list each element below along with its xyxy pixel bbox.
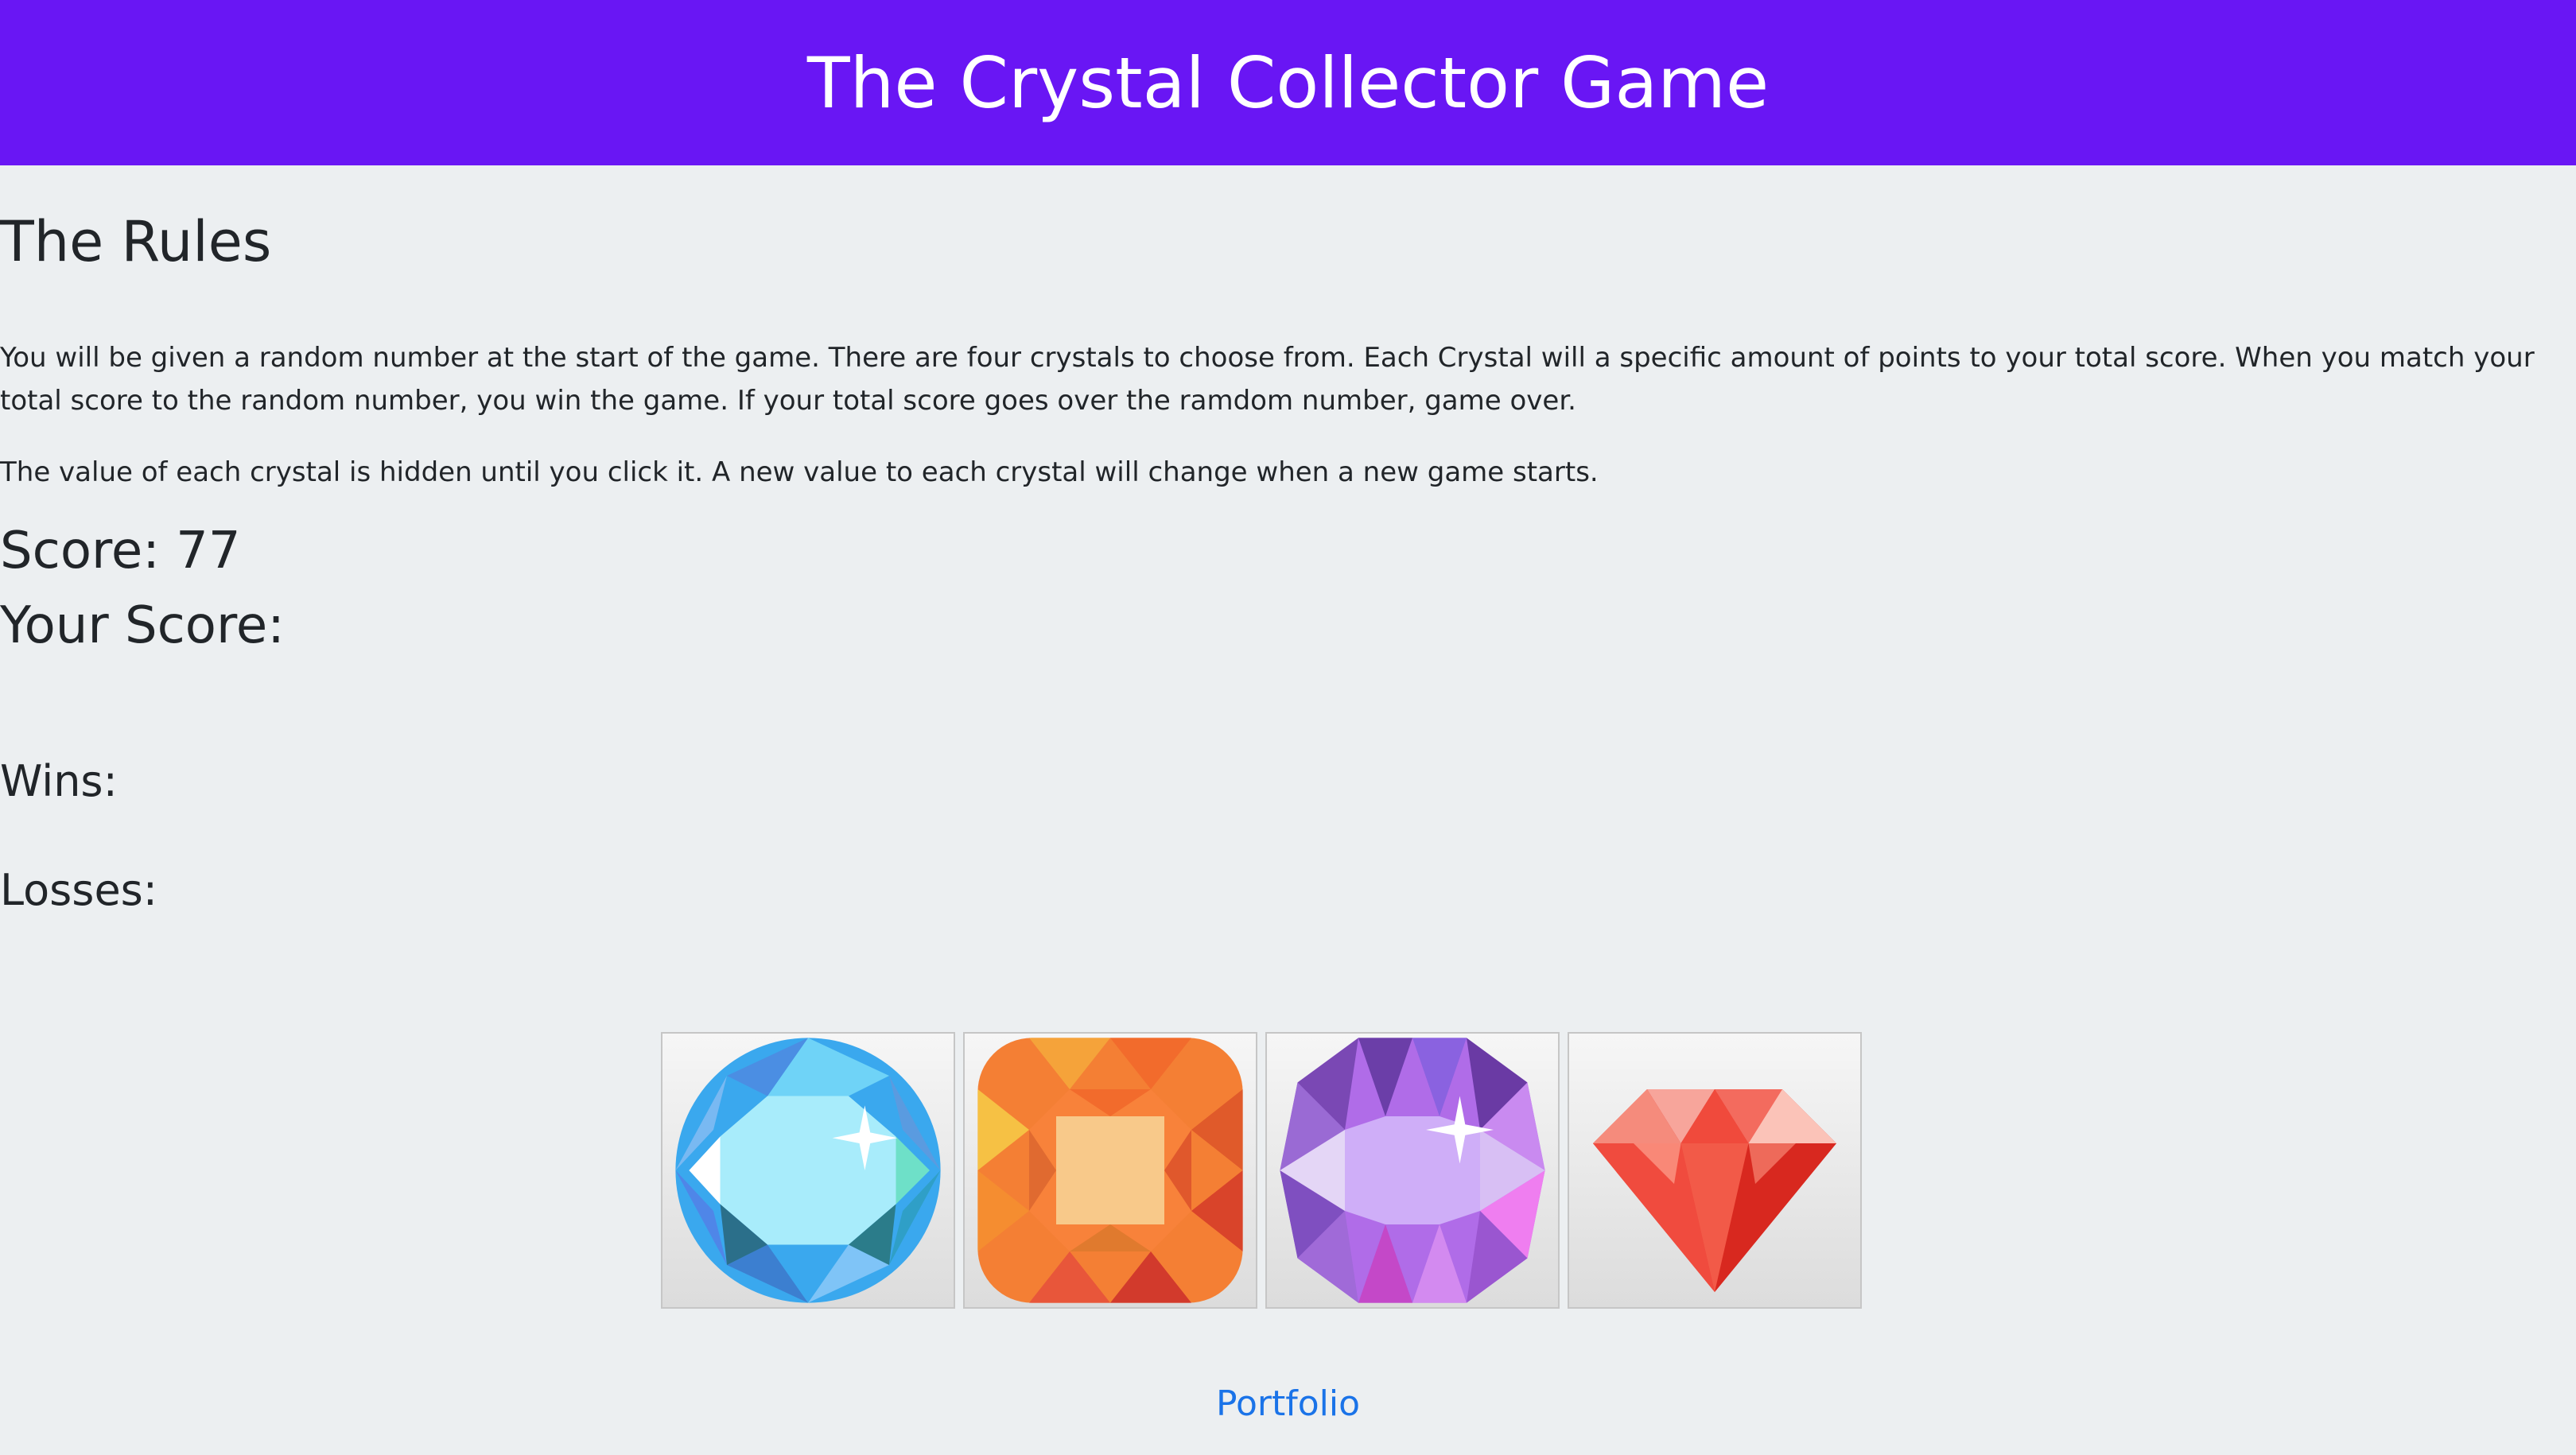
purple-crystal-icon <box>1280 1038 1545 1303</box>
losses-count: Losses: <box>0 865 157 915</box>
crystal-button-purple[interactable] <box>1265 1032 1560 1309</box>
red-crystal-icon <box>1593 1089 1836 1292</box>
crystal-row <box>661 1032 1862 1309</box>
wins-count: Wins: <box>0 756 118 806</box>
your-score: Your Score: <box>0 596 285 655</box>
blue-crystal-icon <box>675 1038 941 1303</box>
crystal-button-orange[interactable] <box>963 1032 1257 1309</box>
orange-crystal-icon <box>977 1038 1243 1303</box>
crystal-button-blue[interactable] <box>661 1032 955 1309</box>
rules-paragraph-2: The value of each crystal is hidden unti… <box>0 456 1599 488</box>
target-score: Score: 77 <box>0 522 241 580</box>
portfolio-link[interactable]: Portfolio <box>1216 1383 1360 1424</box>
header-banner: The Crystal Collector Game <box>0 0 2576 165</box>
crystal-button-red[interactable] <box>1568 1032 1862 1309</box>
page-title: The Crystal Collector Game <box>806 41 1770 124</box>
footer: Portfolio <box>0 1380 2576 1428</box>
rules-title: The Rules <box>0 209 272 274</box>
rules-paragraph-1: You will be given a random number at the… <box>0 342 2535 417</box>
